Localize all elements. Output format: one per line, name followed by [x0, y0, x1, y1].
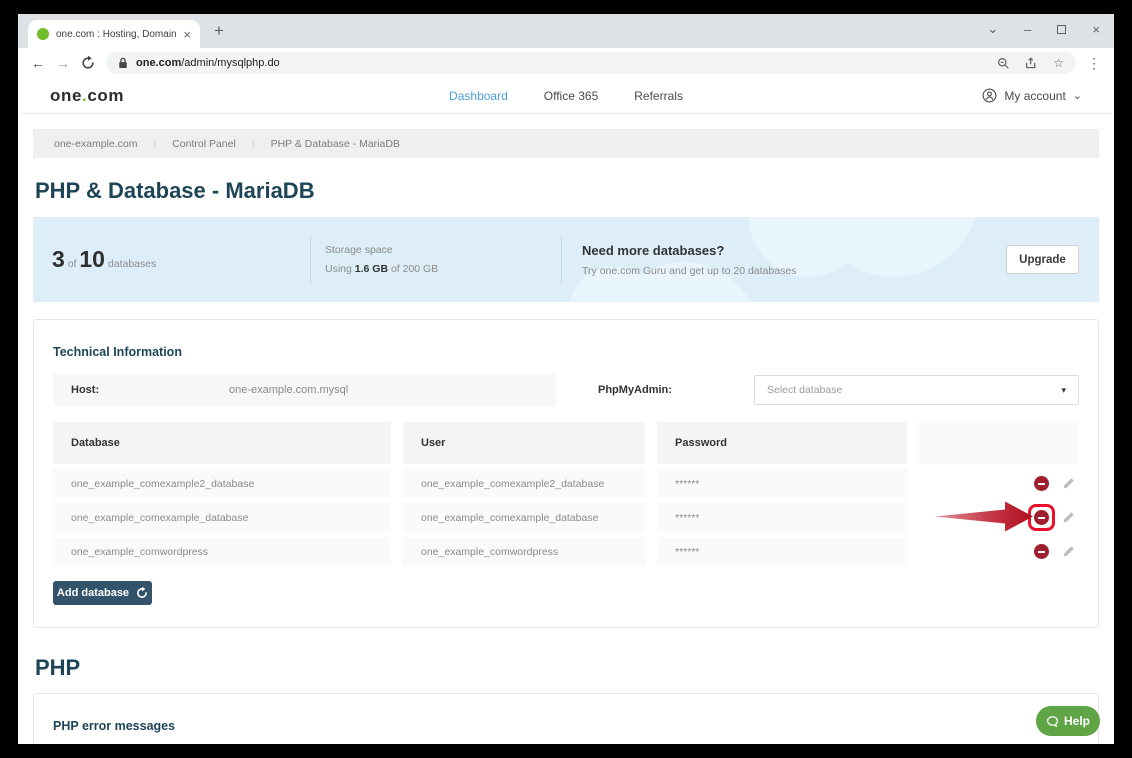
- upgrade-promo: Need more databases? Try one.com Guru an…: [562, 243, 1006, 277]
- delete-highlight-ring: [1028, 470, 1055, 497]
- my-account-label: My account: [1004, 89, 1065, 103]
- php-card: PHP error messages PHP error messages: [33, 693, 1099, 744]
- url-text: one.com/admin/mysqlphp.do: [136, 57, 280, 69]
- help-label: Help: [1064, 714, 1090, 728]
- db-user-cell: one_example_comwordpress: [403, 537, 645, 566]
- db-actions-cell: [919, 503, 1079, 532]
- column-header-database: Database: [53, 422, 391, 464]
- nav-office-365[interactable]: Office 365: [544, 89, 598, 103]
- breadcrumb-current: PHP & Database - MariaDB: [271, 138, 400, 150]
- delete-database-icon[interactable]: [1034, 544, 1049, 559]
- account-icon: [982, 88, 997, 103]
- db-actions-cell: [919, 469, 1079, 498]
- database-card: Technical Information Host: one-example.…: [33, 319, 1099, 628]
- db-name-cell: one_example_comexample_database: [53, 503, 391, 532]
- add-database-button[interactable]: Add database: [53, 581, 152, 605]
- usage-banner: 3 of 10 databases Storage space Using 1.…: [33, 217, 1099, 302]
- db-row: one_example_comwordpress one_example_com…: [53, 537, 1079, 566]
- upgrade-button[interactable]: Upgrade: [1006, 245, 1079, 274]
- edit-database-icon[interactable]: [1062, 545, 1075, 558]
- window-chevron-icon[interactable]: ⌄: [987, 21, 998, 37]
- window-maximize-icon[interactable]: [1057, 25, 1066, 34]
- url-path: /admin/mysqlphp.do: [181, 57, 279, 69]
- php-section-title: PHP: [35, 655, 1099, 681]
- db-row: one_example_comexample_database one_exam…: [53, 503, 1079, 532]
- page-title: PHP & Database - MariaDB: [35, 178, 1099, 204]
- database-select[interactable]: Select database ▾: [754, 375, 1079, 405]
- tab-title: one.com : Hosting, Domain, Emai: [56, 29, 176, 40]
- browser-window: one.com : Hosting, Domain, Emai × + ⌄ – …: [18, 14, 1114, 744]
- delete-highlight-ring: [1028, 538, 1055, 565]
- storage-info: Storage space Using 1.6 GB of 200 GB: [311, 244, 561, 275]
- technical-information-title: Technical Information: [53, 345, 1079, 359]
- bookmark-star-icon[interactable]: ☆: [1053, 56, 1064, 70]
- add-database-label: Add database: [57, 587, 129, 599]
- window-minimize-icon[interactable]: –: [1024, 22, 1031, 37]
- db-user-cell: one_example_comexample_database: [403, 503, 645, 532]
- db-user-cell: one_example_comexample2_database: [403, 469, 645, 498]
- delete-database-icon[interactable]: [1034, 510, 1049, 525]
- pointer-arrow: [935, 497, 1035, 538]
- select-placeholder: Select database: [767, 384, 842, 396]
- tab-close-icon[interactable]: ×: [183, 27, 191, 42]
- address-bar[interactable]: one.com/admin/mysqlphp.do ☆: [106, 52, 1076, 74]
- phpmyadmin-field: PhpMyAdmin: Select database ▾: [586, 374, 1079, 406]
- back-icon[interactable]: ←: [31, 55, 45, 71]
- main-nav: Dashboard Office 365 Referrals: [449, 89, 683, 103]
- favicon-icon: [37, 28, 49, 40]
- host-value: one-example.com.mysql: [229, 384, 348, 396]
- db-password-cell: ******: [657, 469, 907, 498]
- edit-database-icon[interactable]: [1062, 511, 1075, 524]
- db-password-cell: ******: [657, 503, 907, 532]
- select-caret-icon: ▾: [1061, 385, 1066, 396]
- chat-bubble-icon: [1046, 715, 1059, 728]
- one-com-logo[interactable]: one.com: [50, 86, 124, 106]
- reload-icon[interactable]: [81, 56, 95, 70]
- browser-tab[interactable]: one.com : Hosting, Domain, Emai ×: [28, 20, 200, 48]
- php-error-messages-title: PHP error messages: [53, 719, 1079, 733]
- promo-subtitle: Try one.com Guru and get up to 20 databa…: [582, 265, 1006, 277]
- window-close-icon[interactable]: ×: [1092, 22, 1100, 37]
- db-name-cell: one_example_comexample2_database: [53, 469, 391, 498]
- zoom-icon[interactable]: [997, 57, 1010, 70]
- tab-bar: one.com : Hosting, Domain, Emai × + ⌄ – …: [18, 14, 1114, 48]
- breadcrumb-separator: |: [252, 138, 255, 150]
- site-content: one.com Dashboard Office 365 Referrals M…: [18, 78, 1114, 744]
- host-label: Host:: [71, 384, 229, 396]
- breadcrumb: one-example.com | Control Panel | PHP & …: [33, 129, 1099, 158]
- browser-menu-icon[interactable]: ⋮: [1087, 55, 1101, 72]
- column-header-user: User: [403, 422, 645, 464]
- storage-usage: Using 1.6 GB of 200 GB: [325, 263, 561, 275]
- forward-icon[interactable]: →: [56, 55, 70, 71]
- promo-title: Need more databases?: [582, 243, 1006, 258]
- nav-dashboard[interactable]: Dashboard: [449, 89, 508, 103]
- account-chevron-icon: ⌄: [1073, 89, 1082, 102]
- storage-title: Storage space: [325, 244, 561, 256]
- breadcrumb-separator: |: [153, 138, 156, 150]
- edit-database-icon[interactable]: [1062, 477, 1075, 490]
- column-header-password: Password: [657, 422, 907, 464]
- url-bar: ← → one.com/admin/mysqlphp.do ☆ ⋮: [18, 48, 1114, 78]
- db-password-cell: ******: [657, 537, 907, 566]
- db-table-header: Database User Password: [53, 422, 1079, 464]
- host-field: Host: one-example.com.mysql: [53, 374, 556, 406]
- column-header-actions: [919, 422, 1079, 464]
- delete-database-icon[interactable]: [1034, 476, 1049, 491]
- circular-arrow-icon: [136, 587, 148, 599]
- nav-referrals[interactable]: Referrals: [634, 89, 683, 103]
- url-domain: one.com: [136, 57, 181, 69]
- my-account-menu[interactable]: My account ⌄: [982, 88, 1082, 103]
- phpmyadmin-label: PhpMyAdmin:: [586, 384, 754, 396]
- db-row: one_example_comexample2_database one_exa…: [53, 469, 1079, 498]
- database-count: 3 of 10 databases: [33, 246, 310, 273]
- breadcrumb-control-panel[interactable]: Control Panel: [172, 138, 236, 150]
- db-name-cell: one_example_comwordpress: [53, 537, 391, 566]
- share-icon[interactable]: [1025, 57, 1038, 70]
- db-actions-cell: [919, 537, 1079, 566]
- lock-icon: [118, 57, 128, 69]
- site-header: one.com Dashboard Office 365 Referrals M…: [18, 78, 1114, 114]
- breadcrumb-domain[interactable]: one-example.com: [54, 138, 137, 150]
- help-button[interactable]: Help: [1036, 706, 1100, 736]
- new-tab-button[interactable]: +: [214, 21, 224, 41]
